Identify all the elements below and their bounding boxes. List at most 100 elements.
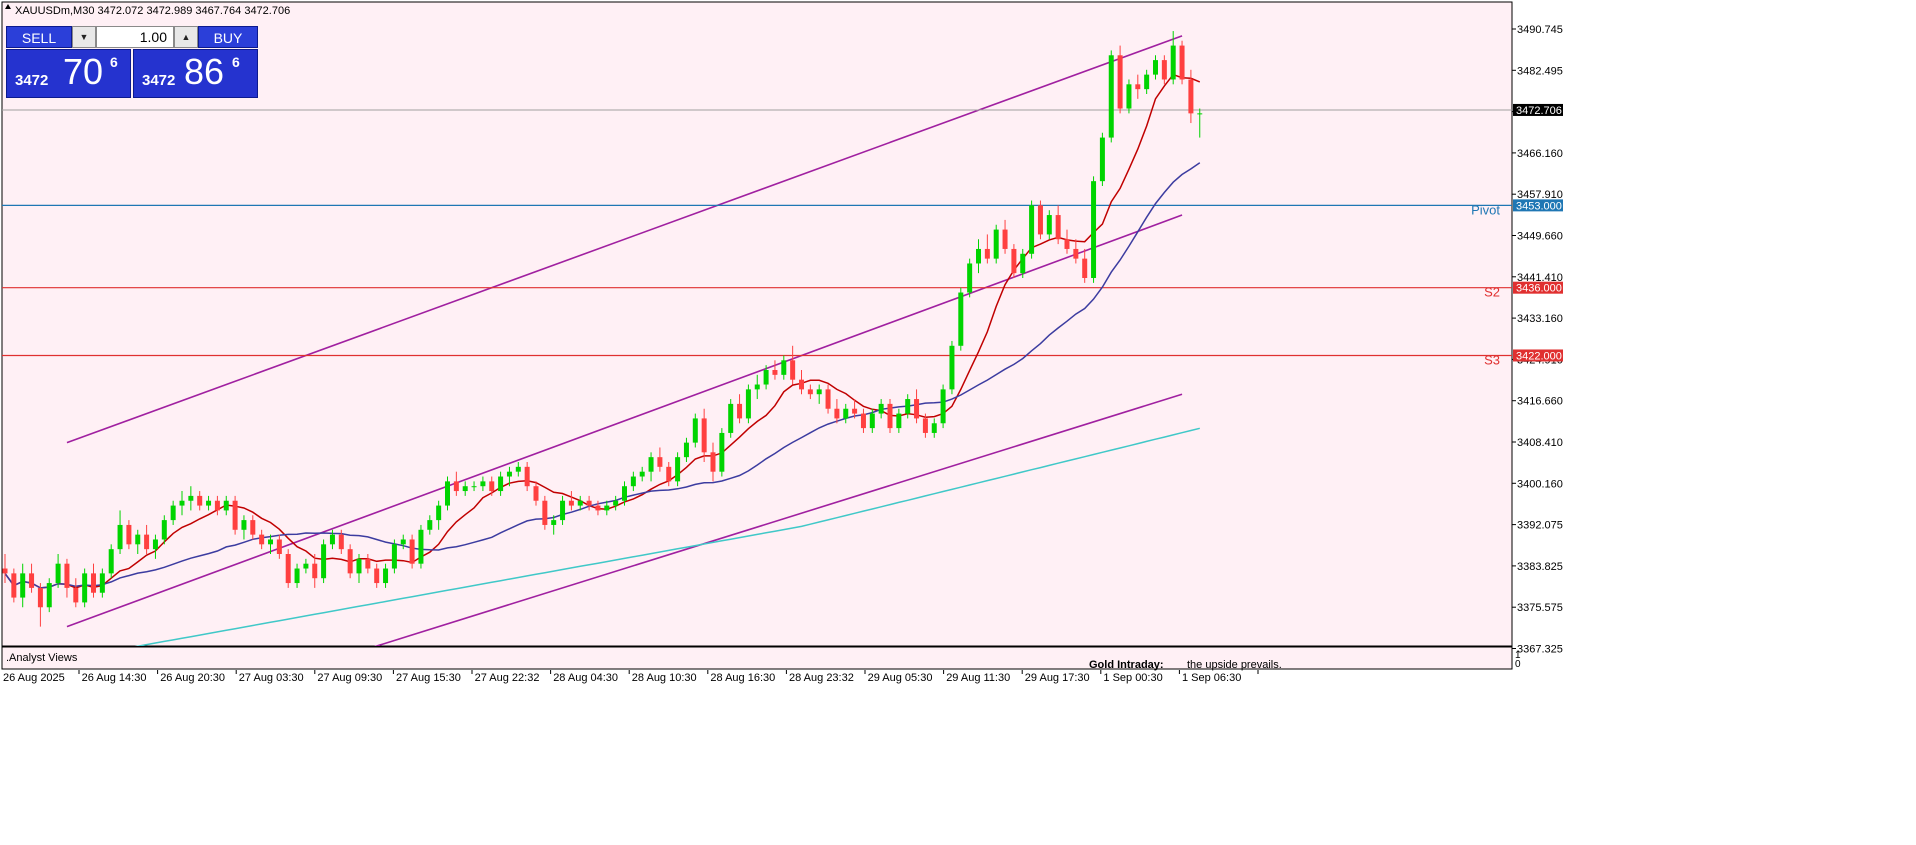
candle-body [383, 568, 389, 584]
time-tick-label: 29 Aug 05:30 [868, 672, 933, 684]
candle-body [586, 500, 592, 506]
candle-body [453, 481, 459, 492]
candle-body [400, 539, 406, 545]
level-label-pivot: Pivot [1471, 202, 1500, 217]
candle-body [675, 457, 681, 482]
candle-body [860, 413, 866, 429]
level-price-label: 3453.000 [1516, 200, 1562, 212]
candle-body [117, 524, 123, 550]
price-tick-label: 3367.325 [1517, 644, 1563, 656]
sell-price-box[interactable]: 3472 70 6 [6, 49, 131, 98]
time-tick-label: 26 Aug 2025 [3, 672, 65, 684]
candle-body [462, 486, 468, 492]
candle-body [1179, 45, 1185, 80]
candle-body [719, 432, 725, 472]
candle-body [144, 534, 150, 550]
time-tick-label: 26 Aug 20:30 [160, 672, 225, 684]
candle-body [436, 505, 442, 521]
time-tick-label: 27 Aug 03:30 [239, 672, 304, 684]
candle-body [560, 500, 566, 521]
candle-body [347, 549, 353, 574]
candle-body [604, 505, 610, 511]
candle-body [790, 360, 796, 380]
indicator-text: the upside prevails. [1187, 659, 1282, 671]
indicator-window [1, 646, 1513, 670]
candle-body [993, 229, 999, 259]
candle-body [1170, 45, 1176, 80]
candle-body [754, 384, 760, 390]
price-tick-label: 3433.160 [1517, 313, 1563, 325]
buy-price-box[interactable]: 3472 86 6 [133, 49, 258, 98]
lot-size-input[interactable] [96, 26, 174, 48]
candle-body [551, 520, 557, 525]
time-tick-label: 26 Aug 14:30 [82, 672, 147, 684]
candle-body [2, 568, 8, 574]
candle-body [648, 457, 654, 472]
level-label-s2: S2 [1484, 285, 1500, 300]
candle-body [20, 573, 26, 598]
candle-body [737, 403, 743, 419]
candle-body [259, 534, 265, 545]
candle-body [692, 418, 698, 443]
candle-body [542, 500, 548, 525]
one-click-trading-panel: SELL ▼ ▲ BUY 3472 70 6 3472 86 6 [6, 26, 258, 98]
candle-body [126, 524, 132, 545]
candle-body [958, 292, 964, 346]
price-tick-label: 3490.745 [1517, 24, 1563, 36]
candle-body [940, 389, 946, 424]
candle-body [312, 563, 318, 579]
lot-increase-button[interactable]: ▲ [174, 26, 198, 48]
candle-body [135, 534, 141, 545]
candle-body [409, 539, 415, 564]
price-tick-label: 3466.160 [1517, 148, 1563, 160]
candle-body [46, 583, 52, 608]
candle-body [683, 442, 689, 458]
price-tick-label: 3392.075 [1517, 520, 1563, 532]
candle-body [108, 549, 114, 574]
time-tick-label: 28 Aug 10:30 [632, 672, 697, 684]
candle-body [931, 423, 937, 433]
candle-body [214, 500, 220, 511]
candle-body [418, 529, 424, 564]
candle-body [515, 466, 521, 472]
candle-body [64, 563, 70, 588]
time-tick-label: 1 Sep 00:30 [1103, 672, 1162, 684]
candle-body [82, 573, 88, 603]
candle-body [710, 452, 716, 472]
time-tick-label: 29 Aug 11:30 [946, 672, 1010, 684]
candle-body [356, 558, 362, 574]
candle-body [471, 486, 477, 488]
candle-body [1161, 60, 1167, 80]
candle-body [984, 248, 990, 259]
buy-button[interactable]: BUY [198, 26, 258, 48]
candle-body [1153, 60, 1158, 75]
candle-body [506, 471, 512, 477]
candle-body [268, 539, 273, 545]
candle-body [55, 563, 61, 584]
candle-body [1117, 55, 1123, 109]
lot-decrease-button[interactable]: ▼ [72, 26, 96, 48]
candle-body [445, 481, 450, 506]
sell-button[interactable]: SELL [6, 26, 72, 48]
candle-body [241, 520, 247, 530]
buy-price-prefix: 3472 [142, 72, 176, 89]
chevron-up-icon: ▲ [181, 32, 191, 42]
candle-body [878, 403, 884, 414]
price-chart[interactable]: XAUUSDm,M30 3472.072 3472.989 3467.764 3… [0, 0, 1916, 840]
candle-body [188, 495, 194, 501]
candle-body [11, 573, 17, 598]
candle-body [825, 389, 831, 409]
candle-body [285, 554, 291, 584]
symbol-info: XAUUSDm,M30 3472.072 3472.989 3467.764 3… [15, 5, 290, 17]
candle-body [294, 568, 300, 584]
candle-body [480, 481, 486, 487]
chart-area[interactable]: XAUUSDm,M30 3472.072 3472.989 3467.764 3… [0, 0, 1916, 840]
candle-body [843, 408, 849, 419]
time-tick-label: 28 Aug 04:30 [553, 672, 618, 684]
plot-background [1, 1, 1513, 647]
candle-body [781, 360, 787, 375]
candle-body [489, 481, 495, 492]
candle-body [1126, 84, 1132, 109]
candle-body [772, 370, 778, 375]
price-tick-label: 3383.825 [1517, 561, 1563, 573]
